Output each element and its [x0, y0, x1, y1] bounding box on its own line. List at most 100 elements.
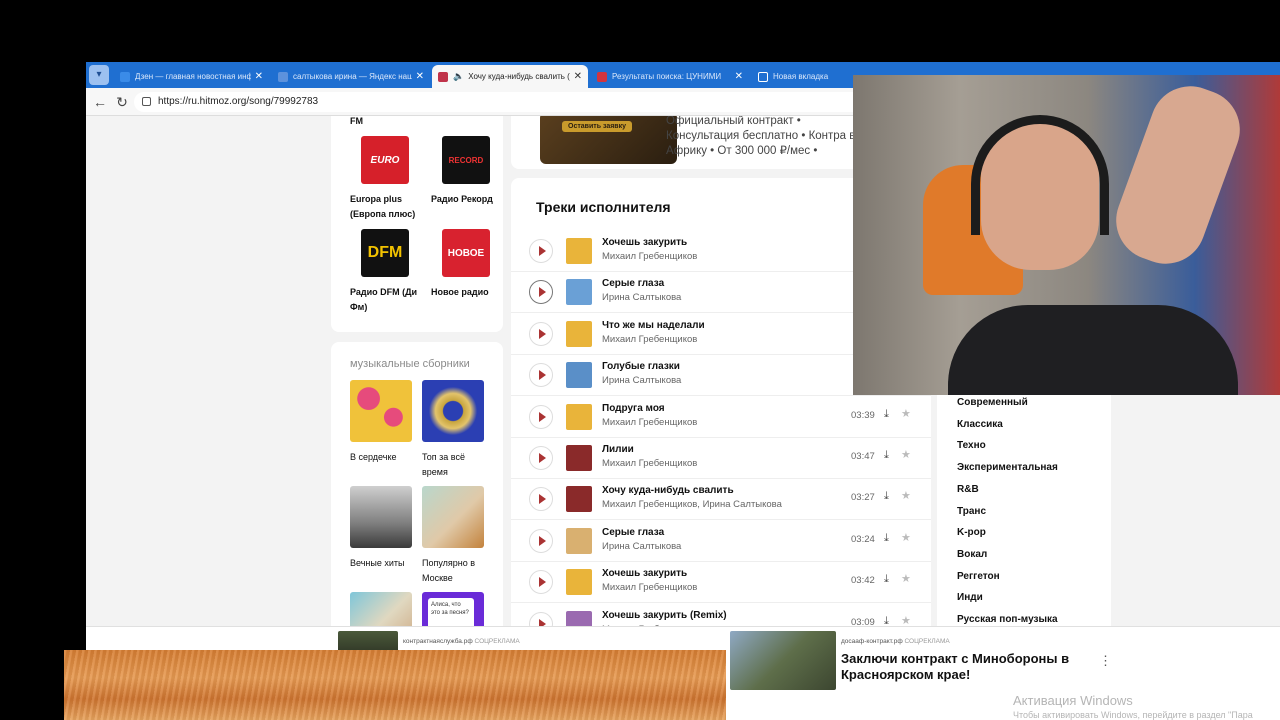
compilation-name: В сердечке	[350, 452, 397, 462]
ad-left-source[interactable]: контрактнаяслужба.рф СОЦРЕКЛАМА	[403, 638, 520, 645]
yandex-icon	[278, 71, 288, 82]
address-bar[interactable]: https://ru.hitmoz.org/song/79992783	[134, 92, 914, 112]
track-row[interactable]: Серые глаза Ирина Салтыкова 03:24 ⤓ ★	[511, 521, 931, 562]
star-icon[interactable]: ★	[901, 448, 911, 461]
genre-item[interactable]: Техно	[957, 440, 986, 451]
reload-button[interactable]: ↻	[114, 94, 130, 110]
play-icon[interactable]	[529, 528, 553, 553]
track-cover	[566, 527, 592, 554]
tab-menu-button[interactable]: ▾	[89, 65, 109, 85]
genre-item[interactable]: Классика	[957, 419, 1003, 430]
track-row[interactable]: Хочу куда-нибудь свалить Михаил Гребенщик…	[511, 479, 931, 521]
star-icon[interactable]: ★	[901, 572, 911, 585]
apply-button[interactable]: Оставить заявку	[562, 121, 633, 132]
star-icon[interactable]: ★	[901, 531, 911, 544]
search-results-icon	[597, 71, 607, 82]
station-name: Радио Рекорд	[431, 194, 493, 204]
speaker-icon: 🔈	[453, 71, 465, 81]
track-duration: 03:47	[851, 451, 875, 462]
track-artist[interactable]: Ирина Салтыкова	[602, 541, 681, 552]
track-artist[interactable]: Михаил Гребенщиков	[602, 458, 697, 469]
track-title[interactable]: Хочешь закурить	[602, 568, 687, 579]
tab-label: Хочу куда-нибудь свалить (I	[468, 72, 570, 81]
radio-station-dfm[interactable]: DFM Радио DFM (Ди Фм)	[350, 229, 420, 315]
track-artist[interactable]: Михаил Гребенщиков	[602, 251, 697, 262]
genre-item[interactable]: Инди	[957, 592, 983, 603]
play-icon[interactable]	[529, 570, 553, 595]
track-title[interactable]: Голубые глазки	[602, 361, 680, 372]
play-icon[interactable]	[529, 280, 553, 305]
play-icon[interactable]	[529, 363, 553, 388]
star-icon[interactable]: ★	[901, 614, 911, 627]
track-artist[interactable]: Ирина Салтыкова	[602, 292, 681, 303]
track-artist[interactable]: Михаил Гребенщиков	[602, 334, 697, 345]
star-icon[interactable]: ★	[901, 407, 911, 420]
genre-item[interactable]: Транс	[957, 506, 986, 517]
tab-4[interactable]: Результаты поиска: ЦУНИМИ ✕	[591, 65, 749, 88]
genre-item[interactable]: K-pop	[957, 527, 986, 538]
radio-station-europa[interactable]: EURO Europa plus (Европа плюс)	[350, 136, 420, 222]
close-icon[interactable]: ✕	[735, 71, 743, 82]
genre-item[interactable]: Русская поп-музыка	[957, 614, 1058, 625]
download-icon[interactable]: ⤓	[884, 408, 889, 421]
ad-left-label: СОЦРЕКЛАМА	[474, 638, 520, 645]
station-name: Europa plus (Европа плюс)	[350, 194, 416, 219]
tab-3-active[interactable]: 🔈 Хочу куда-нибудь свалить (I ✕	[432, 65, 588, 88]
track-title[interactable]: Серые глаза	[602, 278, 664, 289]
genre-item[interactable]: Вокал	[957, 549, 987, 560]
compilation-vechnye-hity[interactable]: Вечные хиты	[350, 486, 416, 571]
track-title[interactable]: Что же мы наделали	[602, 320, 705, 331]
download-icon[interactable]: ⤓	[884, 449, 889, 462]
track-title[interactable]: Хочешь закурить	[602, 237, 687, 248]
track-row[interactable]: Хочешь закурить Михаил Гребенщиков 03:42 ⤓ ★	[511, 562, 931, 604]
track-cover	[566, 445, 592, 471]
close-icon[interactable]: ✕	[574, 71, 582, 82]
track-title[interactable]: Подруга моя	[602, 403, 665, 414]
play-icon[interactable]	[529, 239, 553, 263]
compilation-popular-moscow[interactable]: Популярно в Москве	[422, 486, 488, 586]
tab-2[interactable]: салтыкова ирина — Яндекс нашё ✕	[272, 65, 430, 88]
genre-item[interactable]: Современный	[957, 397, 1028, 408]
track-artist[interactable]: Михаил Гребенщиков	[602, 417, 697, 428]
compilation-top-all-time[interactable]: Топ за всё время	[422, 380, 488, 480]
download-icon[interactable]: ⤓	[884, 490, 889, 503]
close-icon[interactable]: ✕	[416, 71, 424, 82]
play-icon[interactable]	[529, 446, 553, 470]
download-icon[interactable]: ⤓	[884, 532, 889, 545]
download-icon[interactable]: ⤓	[884, 573, 889, 586]
windows-activation-subtitle: Чтобы активировать Windows, перейдите в …	[1013, 710, 1253, 720]
track-artist[interactable]: Михаил Гребенщиков, Ирина Салтыкова	[602, 499, 782, 510]
genre-item[interactable]: Реггетон	[957, 571, 1000, 582]
ad-headline[interactable]: Заключи контракт с Минобороны в Краснояр…	[841, 651, 1071, 683]
track-row[interactable]: Подруга моя Михаил Гребенщиков 03:39 ⤓ ★	[511, 397, 931, 438]
play-icon[interactable]	[529, 487, 553, 512]
back-button[interactable]: ←	[92, 94, 108, 110]
track-title[interactable]: Серые глаза	[602, 527, 664, 538]
radio-station-novoe[interactable]: НОВОЕ Новое радио	[431, 229, 501, 300]
tab-1[interactable]: Дзен — главная новостная инф ✕	[114, 65, 269, 88]
play-icon[interactable]	[529, 404, 553, 429]
play-icon[interactable]	[529, 321, 553, 346]
radio-station-record[interactable]: RECORD Радио Рекорд	[431, 136, 501, 207]
europa-plus-logo: EURO	[361, 136, 409, 184]
track-artist[interactable]: Ирина Салтыкова	[602, 375, 681, 386]
tab-label: Дзен — главная новостная инф	[135, 72, 251, 81]
genre-item[interactable]: R&B	[957, 484, 979, 495]
compilations-title: музыкальные сборники	[350, 358, 470, 370]
track-artist[interactable]: Михаил Гребенщиков	[602, 582, 697, 593]
track-title[interactable]: Лилии	[602, 444, 634, 455]
genre-item[interactable]: Экспериментальная	[957, 462, 1058, 473]
banner-image: Оставить заявку	[540, 116, 677, 164]
lock-icon	[142, 97, 151, 106]
close-icon[interactable]: ✕	[255, 71, 263, 82]
ad-right-image	[730, 631, 836, 690]
track-row[interactable]: Лилии Михаил Гребенщиков 03:47 ⤓ ★	[511, 438, 931, 479]
compilation-v-serdechke[interactable]: В сердечке	[350, 380, 416, 465]
compilation-name: Топ за всё время	[422, 452, 465, 477]
more-options-icon[interactable]: ⋮	[1099, 653, 1112, 669]
ad-right-source[interactable]: досааф-контракт.рф СОЦРЕКЛАМА	[841, 638, 950, 645]
track-title[interactable]: Хочу куда-нибудь свалить	[602, 485, 734, 496]
star-icon[interactable]: ★	[901, 489, 911, 502]
compilation-name: Вечные хиты	[350, 558, 405, 568]
track-title[interactable]: Хочешь закурить (Remix)	[602, 610, 727, 621]
